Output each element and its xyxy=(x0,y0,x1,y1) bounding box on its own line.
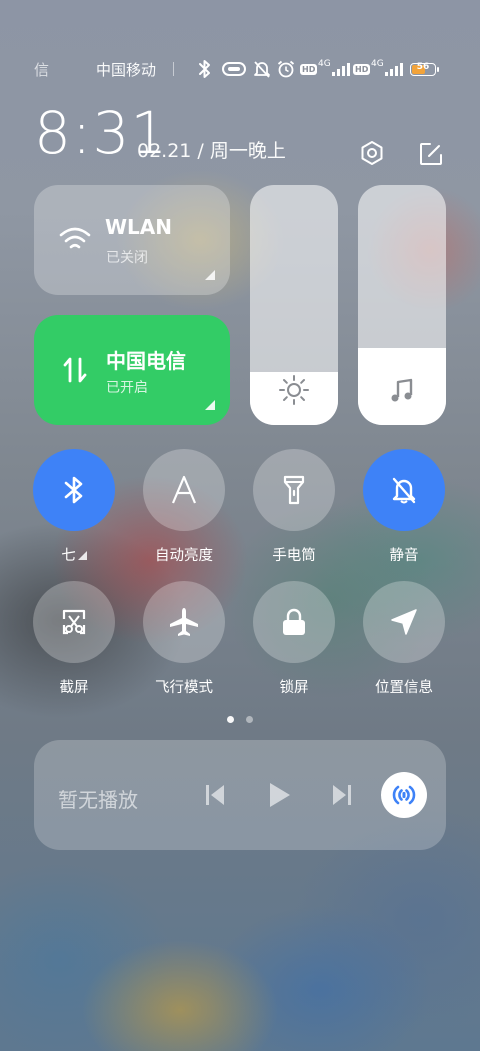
bluetooth-icon xyxy=(64,476,83,504)
wlan-status: 已关闭 xyxy=(106,250,148,266)
status-carrier-partial: 信 xyxy=(34,61,50,79)
previous-icon xyxy=(206,785,224,805)
hd-badge: HD xyxy=(300,63,318,75)
data-transfer-icon xyxy=(63,357,87,383)
location-icon xyxy=(391,609,417,635)
screenshot-label: 截屏 xyxy=(59,680,89,696)
status-signal-icon-1: 4G xyxy=(318,59,351,79)
status-bluetooth-icon xyxy=(197,59,213,79)
mobile-data-status: 已开启 xyxy=(106,380,148,396)
bluetooth-toggle[interactable] xyxy=(33,449,115,531)
mute-toggle[interactable] xyxy=(363,449,445,531)
mute-bell-icon xyxy=(392,477,416,504)
expand-corner-icon[interactable] xyxy=(204,399,216,411)
flashlight-icon xyxy=(283,475,305,505)
screenshot-toggle[interactable] xyxy=(33,581,115,663)
status-hd-icon-2: HD xyxy=(353,59,371,79)
lock-screen-toggle[interactable] xyxy=(253,581,335,663)
auto-brightness-icon xyxy=(171,475,197,504)
bluetooth-label: 七 xyxy=(19,544,129,565)
status-battery-icon: 56 xyxy=(410,59,439,79)
expand-corner-icon[interactable] xyxy=(204,269,216,281)
mobile-data-title: 中国电信 xyxy=(106,349,186,373)
brightness-slider[interactable] xyxy=(250,185,338,425)
mute-label: 静音 xyxy=(389,548,419,564)
media-status: 暂无播放 xyxy=(58,788,138,812)
clock-date: 02.21 / 周一晚上 xyxy=(137,140,286,162)
airplane-mode-toggle[interactable] xyxy=(143,581,225,663)
status-carrier: 中国移动 xyxy=(96,61,157,79)
play-icon xyxy=(270,783,290,807)
lock-icon xyxy=(283,608,305,635)
previous-button[interactable] xyxy=(203,782,227,812)
edit-button[interactable] xyxy=(418,141,444,167)
airplane-mode-label: 飞行模式 xyxy=(155,680,213,696)
gear-icon xyxy=(361,141,383,165)
status-vibrate-icon xyxy=(221,59,247,79)
cast-button[interactable] xyxy=(381,772,427,818)
network-type-2: 4G xyxy=(371,59,384,69)
network-type: 4G xyxy=(318,59,331,69)
location-toggle[interactable] xyxy=(363,581,445,663)
next-button[interactable] xyxy=(330,782,354,812)
next-icon xyxy=(333,785,351,805)
status-hd-icon: HD xyxy=(300,59,318,79)
music-note-icon xyxy=(391,378,413,402)
status-mute-icon xyxy=(252,59,272,79)
lock-screen-label: 锁屏 xyxy=(279,680,309,696)
airplane-icon xyxy=(170,608,198,636)
screenshot-icon xyxy=(62,609,86,635)
battery-level: 56 xyxy=(416,61,430,72)
auto-brightness-label: 自动亮度 xyxy=(155,548,213,564)
wlan-title: WLAN xyxy=(105,215,173,239)
volume-slider[interactable] xyxy=(358,185,446,425)
cast-icon xyxy=(392,785,416,805)
wlan-tile[interactable]: WLAN 已关闭 xyxy=(34,185,230,295)
status-alarm-icon xyxy=(276,59,296,79)
bluetooth-device-name: 七 xyxy=(61,548,76,564)
flashlight-label: 手电筒 xyxy=(272,548,316,564)
mobile-data-tile[interactable]: 中国电信 已开启 xyxy=(34,315,230,425)
status-signal-icon-2: 4G xyxy=(371,59,404,79)
settings-button[interactable] xyxy=(358,139,386,167)
expand-corner-icon[interactable] xyxy=(77,551,87,560)
status-divider xyxy=(173,62,174,76)
play-button[interactable] xyxy=(266,780,292,814)
location-label: 位置信息 xyxy=(375,680,433,696)
auto-brightness-toggle[interactable] xyxy=(143,449,225,531)
hd-badge-2: HD xyxy=(353,63,371,75)
page-indicator-dot-active xyxy=(227,716,234,723)
wifi-icon xyxy=(59,227,91,249)
page-indicator-dot xyxy=(246,716,253,723)
flashlight-toggle[interactable] xyxy=(253,449,335,531)
sun-icon xyxy=(279,375,309,405)
edit-icon xyxy=(420,143,442,165)
